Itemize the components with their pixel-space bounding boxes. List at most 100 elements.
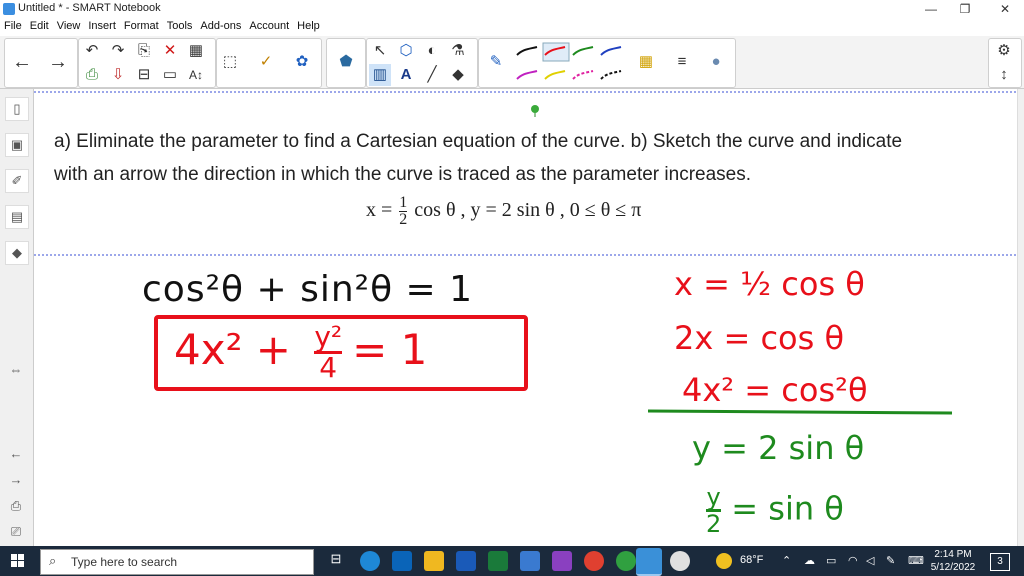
dashed-pen-swatch[interactable]	[600, 70, 622, 80]
yellow-pen-swatch[interactable]	[544, 70, 566, 80]
save-button[interactable]: ⊟	[133, 64, 155, 86]
work-line-4: y = 2 sin θ	[692, 429, 865, 467]
sidebar-delete-icon[interactable]: ⎚	[5, 521, 27, 543]
properties-tab[interactable]: ▤	[5, 205, 29, 229]
addon-button[interactable]: ✿	[291, 51, 313, 73]
menu-account[interactable]: Account	[245, 18, 293, 32]
line-tool-button[interactable]: ╱	[421, 64, 443, 86]
color-palette-icon[interactable]: ▦	[635, 51, 657, 73]
menu-addons[interactable]: Add-ons	[196, 18, 245, 32]
next-page-button[interactable]: →	[47, 51, 69, 73]
pen-swatches[interactable]	[515, 41, 627, 85]
capture-button[interactable]: ⬚	[219, 51, 241, 73]
menu-edit[interactable]: Edit	[26, 18, 53, 32]
windows-start-icon[interactable]	[11, 554, 25, 568]
excel-icon[interactable]	[488, 551, 508, 571]
teams-icon[interactable]	[552, 551, 572, 571]
fill-effects-icon[interactable]: ●	[705, 51, 727, 73]
gallery-tab[interactable]: ▣	[5, 133, 29, 157]
chrome-icon[interactable]	[584, 551, 604, 571]
work-line-2: 2x = cos θ	[674, 319, 845, 357]
resize-sidebar-icon[interactable]: ⇔	[5, 359, 27, 381]
chrome-profile-icon[interactable]	[616, 551, 636, 571]
eq-fraction-num: 1	[399, 194, 408, 211]
line-style-icon[interactable]: ≡	[671, 51, 693, 73]
sidebar-attach-icon[interactable]: ⎙	[5, 495, 27, 517]
onedrive-icon[interactable]: ☁	[804, 554, 815, 567]
clock[interactable]: 2:14 PM 5/12/2022	[928, 548, 978, 574]
network-icon[interactable]: ▭	[826, 554, 836, 567]
text-tool-button[interactable]: A	[395, 64, 417, 86]
undo-button[interactable]: ↶	[81, 40, 103, 62]
menu-format[interactable]: Format	[120, 18, 163, 32]
text-size-button[interactable]: A↕	[185, 64, 207, 86]
parametric-equation: x = 12 cos θ , y = 2 sin θ , 0 ≤ θ ≤ π	[366, 195, 641, 228]
table-button[interactable]: ▦	[185, 40, 207, 62]
fill-tool-button[interactable]: ◐	[421, 40, 443, 62]
attachments-tab[interactable]: ✐	[5, 169, 29, 193]
sidebar-forward-icon[interactable]: →	[5, 469, 27, 491]
menu-view[interactable]: View	[53, 18, 85, 32]
maximize-button[interactable]: ❐	[948, 0, 982, 18]
response-button[interactable]: ⬟	[335, 51, 357, 73]
black-pen-swatch[interactable]	[516, 46, 538, 56]
page-sorter-tab[interactable]: ▯	[5, 97, 29, 121]
toolbar-move-icon[interactable]: ↕	[993, 64, 1015, 86]
magenta-pen-swatch[interactable]	[516, 70, 538, 80]
addons-tab[interactable]: ◆	[5, 241, 29, 265]
previous-page-button[interactable]: ←	[11, 51, 33, 73]
menu-tools[interactable]: Tools	[163, 18, 197, 32]
vertical-scrollbar[interactable]	[1017, 89, 1024, 546]
shape-tool-button[interactable]: ⬡	[395, 40, 417, 62]
outlook-icon[interactable]	[392, 551, 412, 571]
blue-pen-swatch[interactable]	[600, 46, 622, 56]
check-button[interactable]: ✓	[255, 51, 277, 73]
edge-icon[interactable]	[360, 551, 380, 571]
word-icon[interactable]	[456, 551, 476, 571]
weather-temp[interactable]: 68°F	[740, 554, 763, 566]
volume-icon[interactable]: ◁	[866, 554, 874, 567]
smart-notebook-icon	[3, 3, 15, 15]
taskbar-search-box[interactable]: ⌕ Type here to search	[40, 549, 314, 575]
wifi-icon[interactable]: ◠	[848, 554, 858, 567]
pink-pen-swatch[interactable]	[572, 70, 594, 80]
file-explorer-icon[interactable]	[424, 551, 444, 571]
green-pen-swatch[interactable]	[572, 46, 594, 56]
eraser-button[interactable]: ◆	[447, 64, 469, 86]
answer-fraction: y² 4	[314, 320, 343, 382]
settings-gear-icon[interactable]: ⚙	[993, 40, 1015, 62]
pen-tool-button[interactable]: ▥	[369, 64, 391, 86]
magic-pen-button[interactable]: ⚗	[447, 40, 469, 62]
screen-shade-button[interactable]: ▭	[159, 64, 181, 86]
work-line-5-fraction: y2	[706, 485, 722, 536]
notebook-page[interactable]: a) Eliminate the parameter to find a Car…	[34, 89, 1017, 546]
task-view-icon[interactable]: ⊟	[326, 551, 346, 571]
window-title: Untitled * - SMART Notebook	[18, 2, 161, 14]
minimize-button[interactable]: —	[914, 0, 948, 18]
redo-button[interactable]: ↷	[107, 40, 129, 62]
delete-page-button[interactable]: ⇩	[107, 64, 129, 86]
language-icon[interactable]: ⌨	[908, 554, 924, 567]
menu-insert[interactable]: Insert	[84, 18, 120, 32]
whiteboard-icon[interactable]	[670, 551, 690, 571]
show-hidden-icons[interactable]: ⌃	[782, 554, 791, 567]
sidebar: ▯ ▣ ✐ ▤ ◆ ⇔ ← → ⎙ ⎚	[0, 89, 34, 546]
copy-button[interactable]: ⎘	[133, 40, 155, 62]
smart-notebook-taskbar-icon[interactable]	[636, 548, 662, 576]
select-tool-button[interactable]: ↖	[369, 40, 391, 62]
add-page-button[interactable]: ⎙	[81, 64, 103, 86]
sidebar-back-icon[interactable]: ←	[5, 443, 27, 465]
weather-icon[interactable]	[716, 553, 732, 569]
delete-button[interactable]: ✕	[159, 40, 181, 62]
menu-file[interactable]: File	[0, 18, 26, 32]
clock-time: 2:14 PM	[934, 549, 972, 560]
pen-menu-icon[interactable]: ✎	[886, 554, 895, 567]
menu-help[interactable]: Help	[293, 18, 324, 32]
store-icon[interactable]	[520, 551, 540, 571]
pen-type-button[interactable]: ✎	[485, 51, 507, 73]
close-button[interactable]: ✕	[988, 0, 1022, 18]
eq-x: x =	[366, 199, 393, 222]
answer-fraction-num: y²	[314, 320, 343, 353]
misc-group: ⬚ ✓ ✿	[216, 38, 322, 88]
notifications-icon[interactable]: 3	[990, 553, 1010, 571]
